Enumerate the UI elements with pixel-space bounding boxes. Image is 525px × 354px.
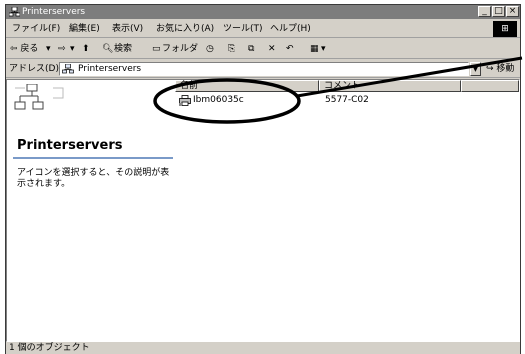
column-header-spacer — [461, 80, 519, 92]
column-header: 名前 コメント — [175, 80, 519, 92]
go-button[interactable]: ↪ 移動 — [486, 63, 514, 75]
search-icon[interactable]: 🔍︎ — [102, 43, 113, 55]
views-dropdown-icon[interactable]: ▾ — [321, 43, 326, 55]
menu-view[interactable]: 表示(V) — [112, 23, 143, 35]
back-dropdown-icon[interactable]: ▾ — [46, 43, 51, 55]
search-button[interactable]: 検索 — [114, 43, 132, 55]
status-bar: 1 個のオブジェクト — [6, 342, 520, 354]
minimize-button[interactable]: _ — [478, 6, 491, 17]
window-title: Printerservers — [22, 7, 86, 17]
menu-file[interactable]: ファイル(F) — [12, 23, 60, 35]
back-button[interactable]: ⇦ 戻る — [10, 43, 38, 55]
undo-icon[interactable]: ↶ — [286, 43, 294, 55]
address-bar: アドレス(D) Printerservers ▼ ↪ 移動 — [6, 60, 520, 78]
network-folder-icon — [14, 84, 64, 110]
status-text: 1 個のオブジェクト — [9, 343, 90, 353]
menu-bar: ファイル(F) 編集(E) 表示(V) お気に入り(A) ツール(T) ヘルプ(… — [6, 20, 520, 38]
delete-icon[interactable]: ✕ — [268, 43, 276, 55]
web-view-pane: Printerservers アイコンを選択すると、その説明が表示されます。 — [7, 80, 175, 341]
views-icon[interactable]: ▦ — [310, 43, 319, 55]
column-header-name[interactable]: 名前 — [175, 80, 319, 92]
content-area: Printerservers アイコンを選択すると、その説明が表示されます。 名… — [6, 79, 520, 342]
menu-help[interactable]: ヘルプ(H) — [270, 23, 311, 35]
go-label: 移動 — [496, 64, 515, 74]
copy-to-icon[interactable]: ⧉ — [248, 43, 254, 55]
menu-tools[interactable]: ツール(T) — [223, 23, 263, 35]
maximize-button[interactable]: □ — [492, 6, 505, 17]
title-bar[interactable]: Printerservers _ □ × — [6, 5, 520, 19]
windows-logo-icon: ⊞ — [493, 21, 517, 37]
forward-button[interactable]: ⇨ — [58, 43, 66, 55]
file-list[interactable]: 名前 コメント Ibm06035c 5577-C02 — [175, 80, 519, 341]
folders-button[interactable]: フォルダ — [162, 43, 198, 55]
forward-dropdown-icon[interactable]: ▾ — [70, 43, 75, 55]
list-item[interactable]: Ibm06035c 5577-C02 — [175, 94, 519, 107]
column-header-comment[interactable]: コメント — [319, 80, 461, 92]
title-divider — [13, 157, 173, 159]
address-dropdown-icon[interactable]: ▼ — [470, 62, 481, 76]
up-folder-icon[interactable]: ⬆ — [82, 43, 90, 55]
network-icon — [9, 7, 20, 17]
move-to-icon[interactable]: ⎘ — [228, 43, 235, 55]
item-name: Ibm06035c — [193, 95, 244, 105]
standard-toolbar: ⇦ 戻る ▾ ⇨ ▾ ⬆ 🔍︎ 検索 ▭ フォルダ ◷ ⎘ ⧉ ✕ ↶ ▦ ▾ — [6, 39, 520, 59]
explorer-window: Printerservers _ □ × ファイル(F) 編集(E) 表示(V)… — [5, 4, 521, 354]
info-text: アイコンを選択すると、その説明が表示されます。 — [17, 168, 170, 189]
go-arrow-icon: ↪ — [486, 64, 497, 74]
history-icon[interactable]: ◷ — [206, 43, 214, 55]
printer-icon — [179, 95, 191, 106]
address-label: アドレス(D) — [9, 64, 59, 74]
folder-title: Printerservers — [17, 138, 123, 153]
close-button[interactable]: × — [506, 6, 519, 17]
address-input[interactable]: Printerservers — [59, 62, 469, 76]
menu-favorites[interactable]: お気に入り(A) — [156, 23, 214, 35]
menu-edit[interactable]: 編集(E) — [69, 23, 100, 35]
item-comment: 5577-C02 — [325, 95, 369, 105]
address-value: Printerservers — [78, 64, 142, 74]
folders-icon[interactable]: ▭ — [152, 43, 161, 55]
network-icon — [62, 64, 74, 74]
